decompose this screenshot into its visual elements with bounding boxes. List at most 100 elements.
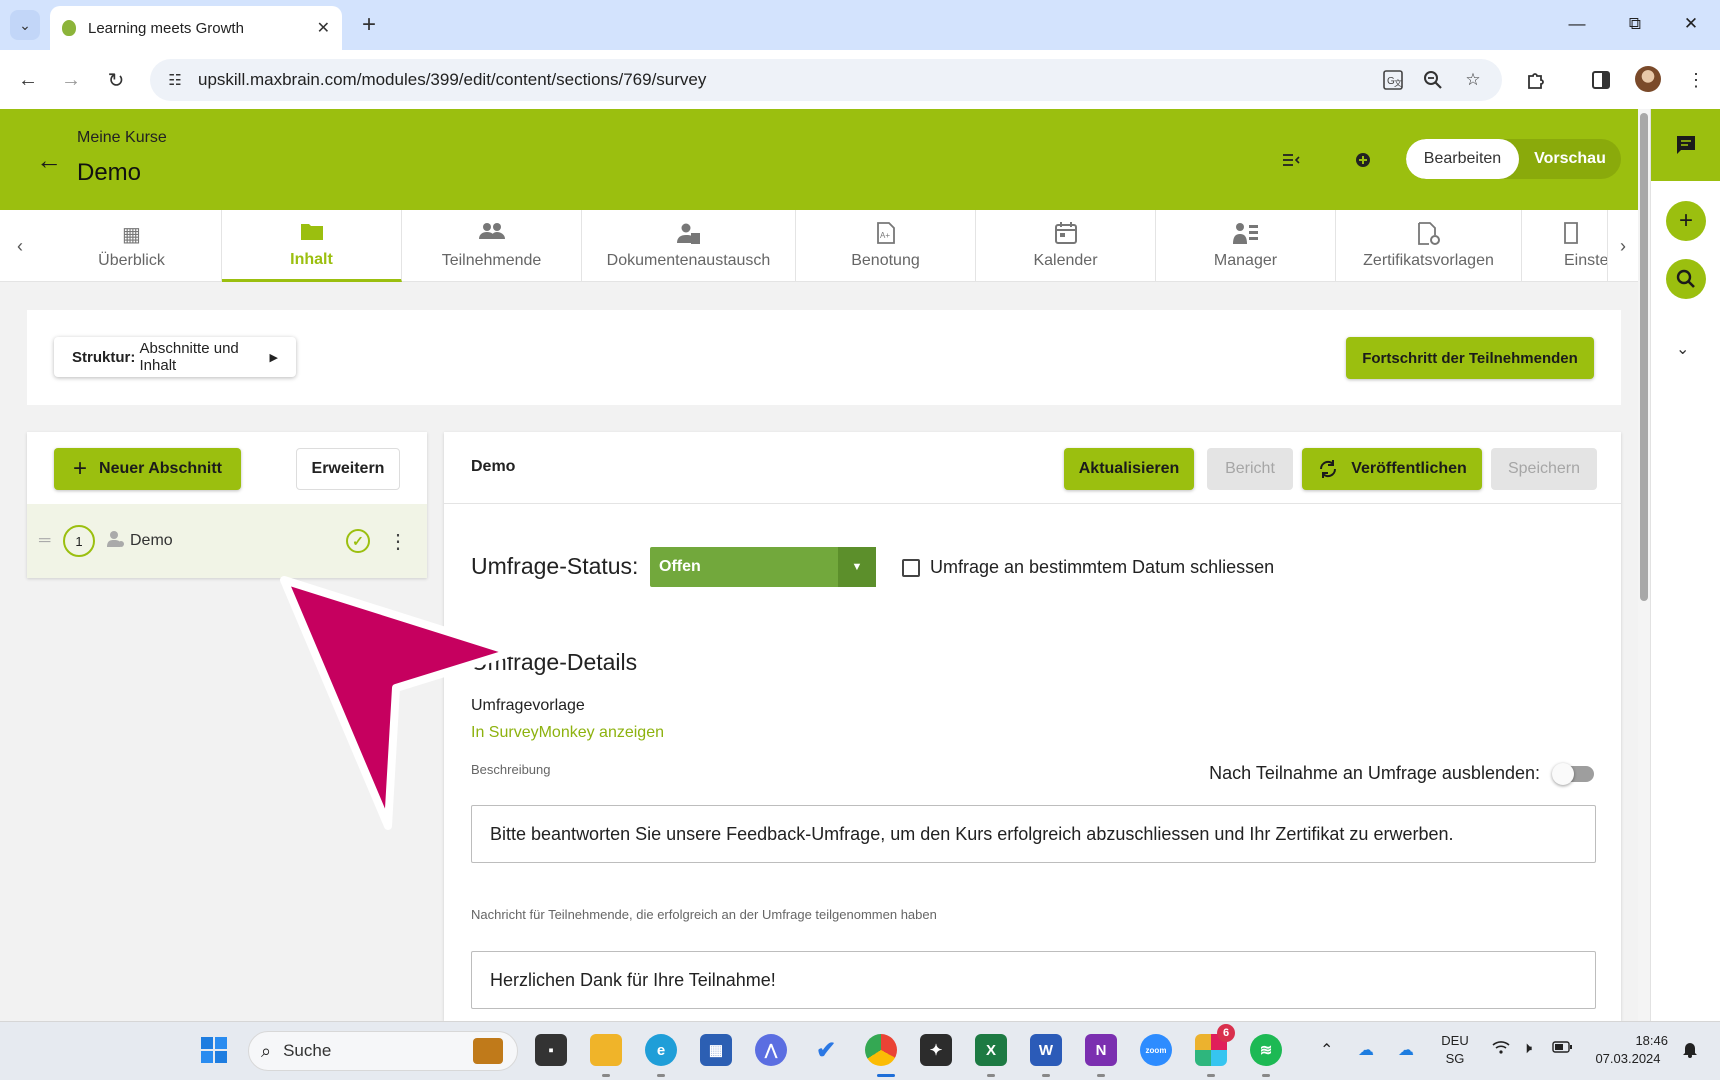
thank-you-message-field[interactable]: Herzlichen Dank für Ihre Teilnahme! (471, 951, 1596, 1009)
excel-icon[interactable]: X (975, 1034, 1007, 1066)
mode-toggle[interactable]: Bearbeiten Vorschau (1406, 139, 1621, 179)
battery-icon[interactable] (1552, 1040, 1572, 1058)
side-panel-icon[interactable] (1585, 64, 1617, 96)
word-icon[interactable]: W (1030, 1034, 1062, 1066)
save-button[interactable]: Speichern (1491, 448, 1597, 490)
site-info-icon[interactable]: ☷ (160, 71, 190, 89)
windows-start-icon[interactable] (198, 1034, 230, 1066)
add-icon[interactable]: + (1666, 201, 1706, 241)
url-bar[interactable]: ☷ upskill.maxbrain.com/modules/399/edit/… (150, 59, 1502, 101)
restore-button[interactable]: ⧉ (1610, 8, 1660, 40)
tab-label: Manager (1213, 252, 1278, 269)
chrome-icon[interactable] (865, 1034, 897, 1066)
breadcrumb[interactable]: Meine Kurse (77, 129, 167, 147)
tab-label: Benotung (851, 252, 920, 269)
tab-ueberblick[interactable]: ▦ Überblick (42, 210, 222, 282)
expand-button[interactable]: Erweitern (296, 448, 400, 490)
drag-handle-icon[interactable]: ═ (39, 532, 50, 550)
running-indicator (987, 1074, 995, 1077)
window-close-button[interactable]: ✕ (1666, 8, 1716, 40)
notification-bell-icon[interactable] (1682, 1040, 1698, 1063)
spotify-icon[interactable]: ≋ (1250, 1034, 1282, 1066)
tab-close-icon[interactable]: ✕ (317, 18, 330, 38)
store-icon[interactable]: ▦ (700, 1034, 732, 1066)
page-scrollbar[interactable] (1638, 109, 1650, 1021)
translate-icon[interactable]: G文 (1378, 65, 1408, 95)
survey-status-select[interactable]: Offen ▼ (650, 547, 876, 587)
running-indicator (602, 1074, 610, 1077)
affinity-icon[interactable]: ⋀ (755, 1034, 787, 1066)
new-tab-button[interactable]: + (354, 10, 384, 40)
url-text[interactable]: upskill.maxbrain.com/modules/399/edit/co… (198, 70, 706, 90)
slack-icon[interactable]: 6 (1195, 1024, 1235, 1066)
toggle-knob[interactable] (1552, 762, 1574, 785)
tab-kalender[interactable]: Kalender (976, 210, 1156, 282)
sections-panel: + Neuer Abschnitt Erweitern ═ 1 Demo ✓ ⋮ (27, 432, 427, 578)
onedrive-icon[interactable]: ☁ (1398, 1040, 1414, 1060)
chevron-down-icon[interactable]: ⌄ (1676, 339, 1689, 359)
tab-manager[interactable]: Manager (1156, 210, 1336, 282)
tray-expand-icon[interactable]: ⌃ (1320, 1040, 1333, 1060)
collapse-menu-icon[interactable] (1278, 147, 1304, 173)
language-code: DEU (1441, 1033, 1469, 1048)
taskbar-search[interactable]: ⌕ Suche (248, 1031, 518, 1071)
new-section-button[interactable]: + Neuer Abschnitt (54, 448, 241, 490)
tab-benotung[interactable]: A+ Benotung (796, 210, 976, 282)
star-icon[interactable]: ☆ (1458, 65, 1488, 95)
clock[interactable]: 18:46 07.03.2024 (1588, 1032, 1668, 1068)
mode-edit-button[interactable]: Bearbeiten (1406, 139, 1519, 179)
tabs-scroll-left-icon[interactable]: ‹ (0, 210, 40, 282)
close-on-date-option[interactable]: Umfrage an bestimmtem Datum schliessen (902, 557, 1274, 578)
back-arrow-icon[interactable]: ← (36, 145, 62, 176)
tab-zertifikatsvorlagen[interactable]: Zertifikatsvorlagen (1336, 210, 1522, 282)
chat-button[interactable] (1651, 109, 1720, 181)
tab-einstellungen[interactable]: Einste (1522, 210, 1608, 282)
back-button[interactable]: ← (12, 64, 44, 96)
tab-search-chevron-icon[interactable]: ⌄ (10, 10, 40, 40)
tabs-scroll-right-icon[interactable]: › (1608, 210, 1638, 282)
participant-progress-button[interactable]: Fortschritt der Teilnehmenden (1346, 337, 1594, 379)
add-circle-icon[interactable] (1350, 147, 1376, 173)
onenote-icon[interactable]: N (1085, 1034, 1117, 1066)
more-vert-icon[interactable]: ⋮ (388, 529, 408, 554)
extensions-icon[interactable] (1520, 64, 1552, 96)
section-number: 1 (63, 525, 95, 557)
chrome-menu-icon[interactable]: ⋮ (1680, 64, 1712, 96)
profile-avatar[interactable] (1635, 66, 1661, 92)
browser-tab[interactable]: Learning meets Growth ✕ (50, 6, 342, 50)
minimize-button[interactable]: — (1552, 8, 1602, 40)
file-explorer-icon[interactable] (590, 1034, 622, 1066)
close-on-date-checkbox[interactable] (902, 558, 920, 577)
tab-dokumentenaustausch[interactable]: Dokumentenaustausch (582, 210, 796, 282)
todo-icon[interactable]: ✔ (810, 1034, 842, 1066)
report-button[interactable]: Bericht (1207, 448, 1293, 490)
hide-after-toggle[interactable] (1552, 762, 1594, 785)
forward-button[interactable]: → (55, 64, 87, 96)
volume-muted-icon[interactable]: 🕨 (1522, 1040, 1532, 1058)
reload-button[interactable]: ↻ (100, 64, 132, 96)
terminal-icon[interactable]: ▪ (535, 1034, 567, 1066)
publish-button[interactable]: Veröffentlichen (1302, 448, 1482, 490)
search-icon[interactable] (1666, 259, 1706, 299)
tab-teilnehmende[interactable]: Teilnehmende (402, 210, 582, 282)
mode-preview-button[interactable]: Vorschau (1519, 139, 1621, 179)
annotation-arrow-icon (280, 576, 516, 830)
zoom-icon[interactable] (1418, 65, 1448, 95)
tab-label: Zertifikatsvorlagen (1363, 252, 1494, 269)
figma-icon[interactable]: ✦ (920, 1034, 952, 1066)
structure-dropdown[interactable]: Struktur: Abschnitte und Inhalt ▶ (54, 337, 296, 377)
zoom-app-icon[interactable]: zoom (1140, 1034, 1172, 1066)
people-icon (478, 222, 505, 248)
section-item[interactable]: ═ 1 Demo ✓ ⋮ (27, 504, 427, 578)
wifi-icon[interactable] (1492, 1040, 1510, 1059)
message-label: Nachricht für Teilnehmende, die erfolgre… (471, 907, 937, 922)
language-indicator[interactable]: DEU SG (1440, 1032, 1470, 1068)
scrollbar-thumb[interactable] (1640, 113, 1648, 601)
edge-icon[interactable]: e (645, 1034, 677, 1066)
notification-badge: 6 (1217, 1024, 1235, 1042)
description-field[interactable]: Bitte beantworten Sie unsere Feedback-Um… (471, 805, 1596, 863)
tab-inhalt[interactable]: Inhalt (222, 210, 402, 282)
update-button[interactable]: Aktualisieren (1064, 448, 1194, 490)
onedrive-icon[interactable]: ☁ (1358, 1040, 1374, 1060)
browser-tab-bar: ⌄ Learning meets Growth ✕ + — ⧉ ✕ (0, 0, 1720, 50)
